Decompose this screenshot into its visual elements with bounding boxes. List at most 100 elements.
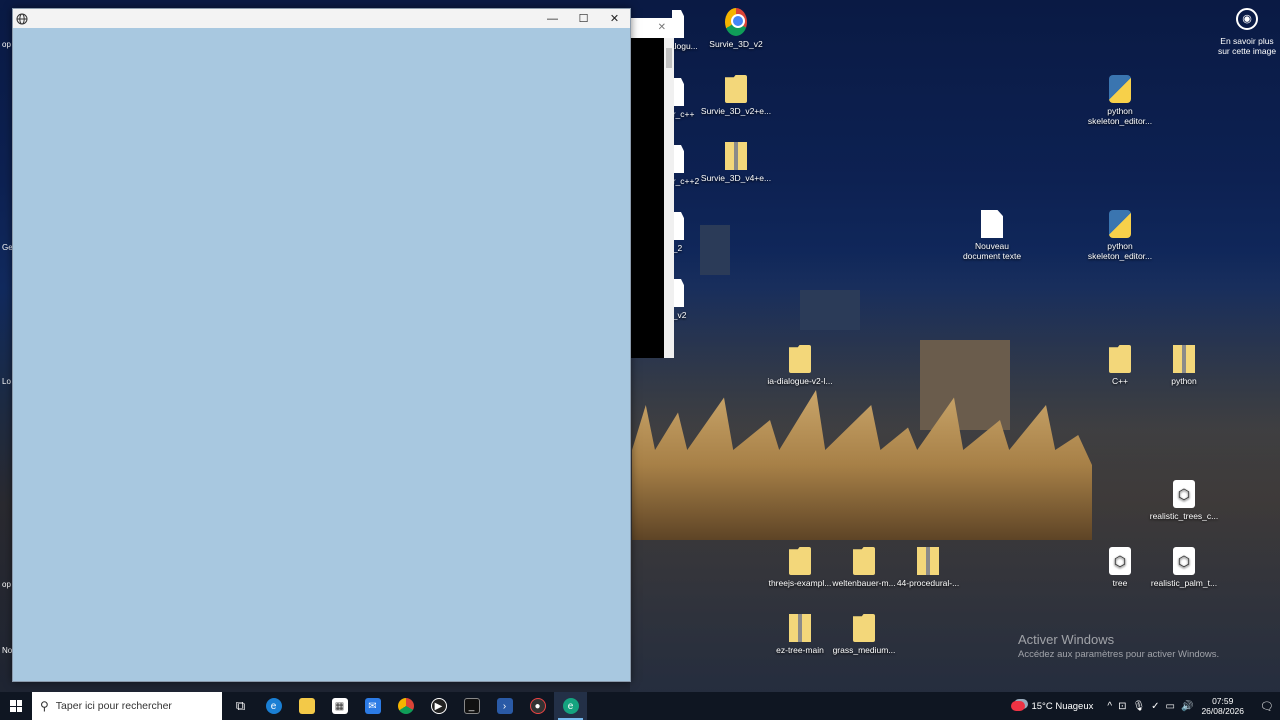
partial-icon-label[interactable]: op (2, 40, 11, 49)
desktop-icon-label: threejs-exampl... (768, 578, 832, 588)
desktop-icon-label: e_2 (668, 243, 683, 253)
window-content[interactable] (13, 28, 630, 681)
building (800, 290, 860, 330)
volume-icon[interactable]: 🔊 (1181, 701, 1193, 712)
learn-more-label: En savoir plus sur cette image (1217, 36, 1277, 56)
desktop-icon-label: tree (1112, 578, 1128, 588)
desktop-icon-label: Survie_3D_v2+e... (700, 106, 772, 116)
chevron-up-icon[interactable]: ^ (1107, 701, 1112, 712)
desktop-icon-label: 44-procedural-... (896, 578, 960, 588)
weather-temperature: 15°C (1031, 700, 1053, 712)
task-view-icon: ⧉ (235, 698, 246, 713)
desktop-icon-label: realistic_trees_c... (1149, 511, 1219, 521)
clock-time: 07:59 (1212, 696, 1234, 706)
desktop-icon-label: python (1171, 376, 1197, 386)
background-window[interactable]: ✕ (630, 18, 674, 358)
taskbar-app-screen-recorder[interactable]: ● (521, 692, 554, 720)
taskbar: ⚲ Taper ici pour rechercher ⧉ e ▦ ✉ ▶ _ … (0, 692, 1280, 720)
window-titlebar[interactable]: — ☐ ✕ (13, 9, 630, 28)
microphone-icon[interactable]: 🎙 (1132, 701, 1145, 712)
location-icon[interactable]: ✓ (1151, 701, 1159, 712)
task-view-button[interactable]: ⧉ (224, 692, 257, 720)
zip-folder-icon (1173, 345, 1195, 373)
taskbar-app-file-explorer[interactable] (290, 692, 323, 720)
close-icon[interactable]: ✕ (658, 22, 666, 33)
taskbar-app-chrome[interactable] (389, 692, 422, 720)
desktop-icon[interactable]: grass_medium... (828, 614, 900, 655)
camera-icon: ◉ (1236, 8, 1258, 30)
learn-more-spotlight[interactable]: ◉ En savoir plus sur cette image (1214, 8, 1280, 56)
record-icon: ● (529, 698, 546, 714)
desktop-icon-label: weltenbauer-m... (832, 578, 896, 588)
clock[interactable]: 07:59 26/08/2026 (1201, 696, 1244, 716)
play-icon: ▶ (430, 698, 447, 714)
weather-icon (1011, 701, 1026, 711)
partial-icon-label[interactable]: Lo (2, 377, 11, 386)
powershell-icon: › (496, 698, 513, 714)
search-box[interactable]: ⚲ Taper ici pour rechercher (32, 692, 222, 720)
watermark-title: Activer Windows (1018, 632, 1115, 647)
zip-folder-icon (917, 547, 939, 575)
chrome-icon (397, 698, 414, 714)
partial-icon-label[interactable]: No (2, 646, 12, 655)
scrollbar[interactable] (664, 38, 674, 358)
desktop-icon[interactable]: Survie_3D_v2+e... (700, 75, 772, 116)
folder-icon (1109, 345, 1131, 373)
windows-icon (10, 700, 22, 712)
taskbar-app-media-player[interactable]: ▶ (422, 692, 455, 720)
desktop-icon[interactable]: python skeleton_editor... (1084, 210, 1156, 261)
network-icon[interactable]: ▭ (1166, 701, 1175, 712)
start-button[interactable] (0, 692, 32, 720)
desktop-icon-label: ia-dialogue-v2-l... (767, 376, 833, 386)
desktop-icon[interactable]: Survie_3D_v4+e... (700, 142, 772, 183)
chrome-icon (725, 8, 747, 36)
taskbar-app-store[interactable]: ▦ (323, 692, 356, 720)
taskbar-app-terminal[interactable]: _ (455, 692, 488, 720)
watermark-subtitle: Accédez aux paramètres pour activer Wind… (1018, 649, 1220, 660)
folder-icon (853, 547, 875, 575)
desktop-icon[interactable]: python (1148, 345, 1220, 386)
3d-model-icon: ⬡ (1109, 547, 1131, 575)
desktop-icon[interactable]: threejs-exampl... (764, 547, 836, 588)
folder-icon (789, 345, 811, 373)
desktop-icon[interactable]: 2_v2 (668, 279, 708, 320)
taskbar-app-mail[interactable]: ✉ (356, 692, 389, 720)
weather-widget[interactable]: 15°C Nuageux (1011, 701, 1093, 712)
desktop-icon[interactable]: 44-procedural-... (892, 547, 964, 588)
desktop-icon-label: python skeleton_editor... (1087, 106, 1153, 126)
activation-watermark: Activer Windows Accédez aux paramètres p… (1018, 632, 1219, 660)
desktop-icon[interactable]: ⬡ realistic_trees_c... (1148, 480, 1220, 521)
scrollbar-thumb[interactable] (666, 48, 672, 68)
taskbar-app-powershell[interactable]: › (488, 692, 521, 720)
desktop-icon[interactable]: ⬡ realistic_palm_t... (1148, 547, 1220, 588)
taskbar-app-edge[interactable]: e (257, 692, 290, 720)
display-icon[interactable]: ⊡ (1118, 701, 1126, 712)
desktop-icon[interactable]: ⬡ tree (1084, 547, 1156, 588)
partial-icon-label[interactable]: op (2, 580, 11, 589)
desktop-icon-label: Survie_3D_v4+e... (700, 173, 772, 183)
desktop-icon[interactable]: ia-dialogue-v2-l... (764, 345, 836, 386)
maximize-button[interactable]: ☐ (568, 9, 599, 28)
globe-icon (16, 13, 28, 24)
taskbar-app-edge-canary[interactable]: e (554, 692, 587, 720)
clock-date: 26/08/2026 (1201, 706, 1244, 716)
notification-icon: 🗨 (1260, 700, 1274, 713)
desktop-icon[interactable]: ez-tree-main (764, 614, 836, 655)
search-placeholder: Taper ici pour rechercher (55, 700, 172, 712)
desktop-icon[interactable]: e_2 (668, 212, 708, 253)
desktop-icon[interactable]: C++ (1084, 345, 1156, 386)
desktop-icon[interactable]: Nouveau document texte (956, 210, 1028, 261)
edge-icon: e (265, 698, 282, 714)
background-window-titlebar: ✕ (630, 18, 674, 38)
desktop-icon[interactable]: python skeleton_editor... (1084, 75, 1156, 126)
folder-icon (789, 547, 811, 575)
desktop-icon[interactable]: weltenbauer-m... (828, 547, 900, 588)
folder-icon (853, 614, 875, 642)
minimize-button[interactable]: — (537, 9, 568, 28)
close-button[interactable]: ✕ (599, 9, 630, 28)
3d-model-icon: ⬡ (1173, 547, 1195, 575)
notification-center-button[interactable]: 🗨 (1254, 700, 1280, 713)
app-window[interactable]: — ☐ ✕ (12, 8, 631, 682)
desktop-icon[interactable]: Survie_3D_v2 (700, 8, 772, 49)
mail-icon: ✉ (364, 698, 381, 714)
